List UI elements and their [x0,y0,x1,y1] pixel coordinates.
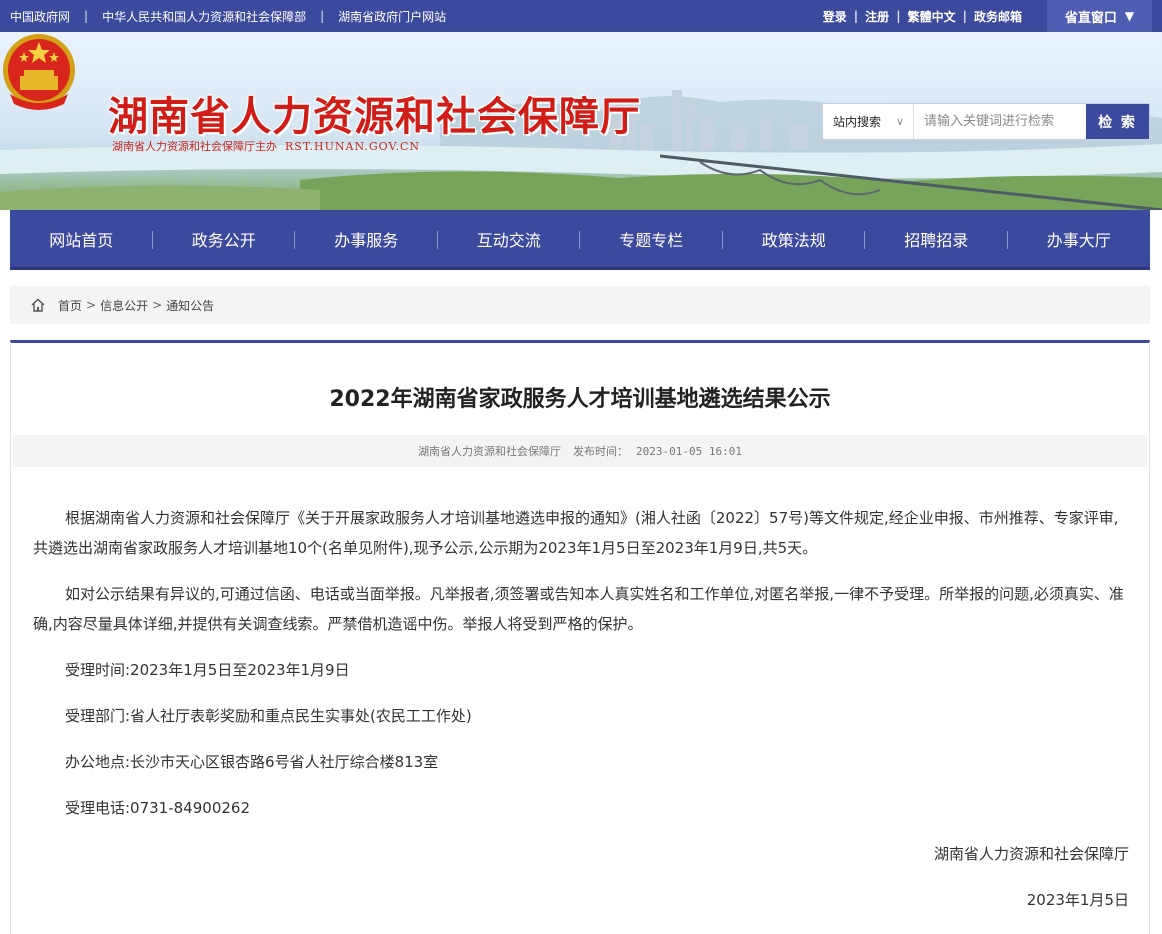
article-date: 2023年1月5日 [1026,891,1129,909]
province-window-button[interactable]: 省直窗口 ▼ [1047,0,1152,32]
breadcrumb-notices[interactable]: 通知公告 [166,297,214,314]
home-icon [31,298,45,312]
province-window-label: 省直窗口 [1064,10,1117,26]
top-bar: 中国政府网 | 中华人民共和国人力资源和社会保障部 | 湖南省政府门户网站 登录… [0,0,1162,32]
national-emblem-icon [3,34,75,110]
office-address-line: 办公地点:长沙市天心区银杏路6号省人社厅综合楼813室 [65,753,439,771]
separator: | [320,9,325,23]
breadcrumb-home[interactable]: 首页 [58,297,82,314]
search-input[interactable] [914,104,1086,139]
article-source: 湖南省人力资源和社会保障厅 [418,445,562,458]
search-scope-label: 站内搜索 [833,115,882,129]
chevron-right-icon: > [152,298,163,312]
nav-item-home[interactable]: 网站首页 [10,210,153,267]
nav-item-topics[interactable]: 专题专栏 [580,210,723,267]
separator: | [962,9,967,23]
nav-item-policies[interactable]: 政策法规 [723,210,866,267]
chevron-down-icon: ∨ [895,115,904,128]
traditional-chinese-link[interactable]: 繁體中文 [908,8,956,25]
publish-time-label: 发布时间： [573,445,629,458]
separator: | [84,9,89,23]
register-link[interactable]: 注册 [865,8,889,25]
separator: | [896,9,901,23]
account-links: 登录 | 注册 | 繁體中文 | 政务邮箱 [823,0,1022,32]
search-button[interactable]: 检 索 [1086,104,1149,139]
nav-item-recruitment[interactable]: 招聘招录 [865,210,1008,267]
article-paragraph: 根据湖南省人力资源和社会保障厅《关于开展家政服务人才培训基地遴选申报的通知》(湘… [33,509,1119,557]
top-links: 中国政府网 | 中华人民共和国人力资源和社会保障部 | 湖南省政府门户网站 [10,0,446,32]
nav-item-service-hall[interactable]: 办事大厅 [1008,210,1151,267]
nav-item-interaction[interactable]: 互动交流 [438,210,581,267]
article-title: 2022年湖南省家政服务人才培训基地遴选结果公示 [329,387,831,412]
main-nav: 网站首页 政务公开 办事服务 互动交流 专题专栏 政策法规 招聘招录 办事大厅 [10,210,1150,270]
nav-item-services[interactable]: 办事服务 [295,210,438,267]
phone-line: 受理电话:0731-84900262 [65,799,250,817]
site-title: 湖南省人力资源和社会保障厅 [108,94,641,140]
link-gov-cn[interactable]: 中国政府网 [10,8,70,25]
article-container: 2022年湖南省家政服务人才培训基地遴选结果公示 湖南省人力资源和社会保障厅 发… [10,340,1150,934]
site-domain: RST.HUNAN.GOV.CN [285,140,421,153]
organizer-text: 湖南省人力资源和社会保障厅主办 [112,140,277,153]
article-meta: 湖南省人力资源和社会保障厅 发布时间： 2023-01-05 16:01 [13,435,1147,467]
chevron-right-icon: > [86,298,97,312]
search-box: 站内搜索 ∨ 检 索 [822,103,1150,140]
login-link[interactable]: 登录 [823,8,847,25]
gov-mail-link[interactable]: 政务邮箱 [974,8,1022,25]
triangle-down-icon: ▼ [1124,9,1135,23]
link-mohrss[interactable]: 中华人民共和国人力资源和社会保障部 [102,8,306,25]
accept-time-line: 受理时间:2023年1月5日至2023年1月9日 [65,661,350,679]
search-scope-select[interactable]: 站内搜索 ∨ [823,104,914,139]
nav-item-gov-affairs[interactable]: 政务公开 [153,210,296,267]
breadcrumb-info[interactable]: 信息公开 [100,297,148,314]
header-banner: 湖南省人力资源和社会保障厅 湖南省人力资源和社会保障厅主办 RST.HUNAN.G… [0,32,1162,210]
site-subtitle: 湖南省人力资源和社会保障厅主办 RST.HUNAN.GOV.CN [112,138,420,154]
separator: | [853,9,859,23]
article-paragraph: 如对公示结果有异议的,可通过信函、电话或当面举报。凡举报者,须签署或告知本人真实… [33,585,1124,633]
accept-dept-line: 受理部门:省人社厅表彰奖励和重点民生实事处(农民工工作处) [65,707,472,725]
article-signature: 湖南省人力资源和社会保障厅 [933,845,1129,863]
link-hunan-gov[interactable]: 湖南省政府门户网站 [338,8,446,25]
breadcrumb: 首页 > 信息公开 > 通知公告 [10,286,1150,324]
publish-time: 2023-01-05 16:01 [636,444,742,458]
